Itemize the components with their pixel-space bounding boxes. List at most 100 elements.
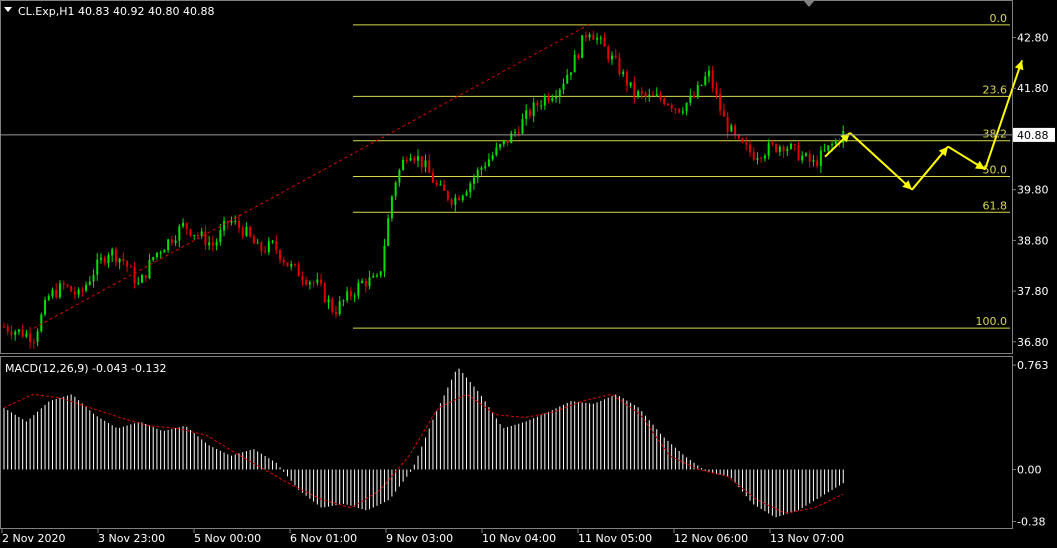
price-tick-label: 38.80 [1017, 234, 1049, 247]
candle-bear [323, 283, 326, 303]
candle-bull [107, 255, 110, 263]
candle-bull [361, 281, 364, 283]
candle-bear [129, 266, 132, 268]
candle-bear [275, 241, 278, 251]
candle-bull [495, 147, 498, 156]
candle-bear [428, 160, 431, 173]
candle-bull [599, 37, 602, 39]
candle-bull [499, 144, 502, 148]
candle-bull [372, 275, 375, 278]
candle-bear [293, 264, 296, 266]
candle-bull [461, 195, 464, 201]
candle-bull [514, 131, 517, 133]
candle-bear [745, 142, 748, 145]
candle-bull [417, 156, 420, 161]
candle-bull [215, 241, 218, 246]
candle-bull [353, 295, 356, 297]
price-tick-label: 41.80 [1017, 82, 1049, 95]
macd-header: MACD(12,26,9) -0.043 -0.132 [5, 362, 166, 375]
candle-bear [592, 34, 595, 40]
macd-tick-label: -0.38 [1017, 516, 1045, 529]
macd-tick-label: 0.763 [1017, 359, 1049, 372]
candle-bull [469, 183, 472, 193]
candle-bull [778, 146, 781, 152]
candle-bull [58, 283, 61, 298]
candle-bull [804, 153, 807, 156]
candle-bear [211, 242, 214, 246]
candle-bull [543, 96, 546, 106]
candle-bull [476, 169, 479, 178]
candle-bear [547, 96, 550, 101]
candle-bear [260, 242, 263, 252]
candle-bear [320, 279, 323, 284]
candle-bear [286, 262, 289, 267]
candle-bear [301, 276, 304, 281]
candle-bull [111, 249, 114, 256]
candle-bull [763, 155, 766, 159]
candle-bull [193, 235, 196, 237]
candle-bull [540, 105, 543, 107]
candle-bear [133, 266, 136, 284]
candle-bull [308, 282, 311, 285]
candle-bull [622, 71, 625, 75]
candle-bull [491, 155, 494, 160]
candle-bear [21, 329, 24, 337]
candle-bull [88, 281, 91, 285]
candle-bull [655, 94, 658, 96]
candle-bull [141, 275, 144, 283]
time-tick-label: 3 Nov 23:00 [98, 532, 165, 545]
candle-bull [484, 166, 487, 168]
candle-bull [812, 160, 815, 162]
candle-bull [47, 296, 50, 300]
candle-bull [767, 143, 770, 156]
candle-bear [711, 70, 714, 89]
candle-bull [85, 284, 88, 291]
candle-bull [648, 94, 651, 97]
candle-bear [666, 103, 669, 106]
candle-bull [223, 221, 226, 231]
candle-bear [443, 184, 446, 191]
candle-bull [163, 250, 166, 253]
price-tick-label: 42.80 [1017, 32, 1049, 45]
candle-bear [614, 55, 617, 58]
time-tick-label: 10 Nov 04:00 [482, 532, 556, 545]
candle-bear [6, 326, 9, 332]
candle-bear [726, 116, 729, 132]
candle-bull [155, 252, 158, 258]
candle-bear [782, 146, 785, 152]
candle-bear [719, 93, 722, 111]
candle-bull [77, 289, 80, 295]
candle-bear [625, 71, 628, 86]
current-price-label: 40.88 [1017, 129, 1049, 142]
candle-bear [226, 221, 229, 223]
candle-bull [786, 148, 789, 152]
candle-bull [681, 111, 684, 113]
candle-bull [40, 314, 43, 332]
candle-bull [338, 301, 341, 314]
candle-bear [305, 280, 308, 285]
candle-bull [704, 76, 707, 85]
price-tick-label: 36.80 [1017, 336, 1049, 349]
candle-bear [603, 37, 606, 47]
candle-bull [200, 231, 203, 236]
candle-bear [66, 284, 69, 287]
candle-bear [734, 125, 737, 135]
candle-bear [29, 333, 32, 342]
candle-bear [126, 260, 129, 267]
candle-bear [722, 110, 725, 117]
candle-bull [756, 157, 759, 160]
candle-bull [245, 226, 248, 236]
time-tick-label: 2 Nov 2020 [2, 532, 65, 545]
candle-bear [640, 91, 643, 94]
candle-bull [502, 140, 505, 145]
chart-canvas: 0.023.638.250.061.8100.0 42.8041.8039.80… [0, 0, 1057, 548]
candle-bear [659, 94, 662, 99]
candle-bear [450, 199, 453, 205]
candle-bull [290, 264, 293, 267]
symbol-ohlc-header: CL.Exp,H1 40.83 40.92 40.80 40.88 [18, 5, 214, 18]
candle-bear [663, 98, 666, 104]
candle-bear [760, 157, 763, 159]
candle-bull [790, 143, 793, 149]
candle-bull [454, 197, 457, 205]
candle-bull [44, 299, 47, 315]
